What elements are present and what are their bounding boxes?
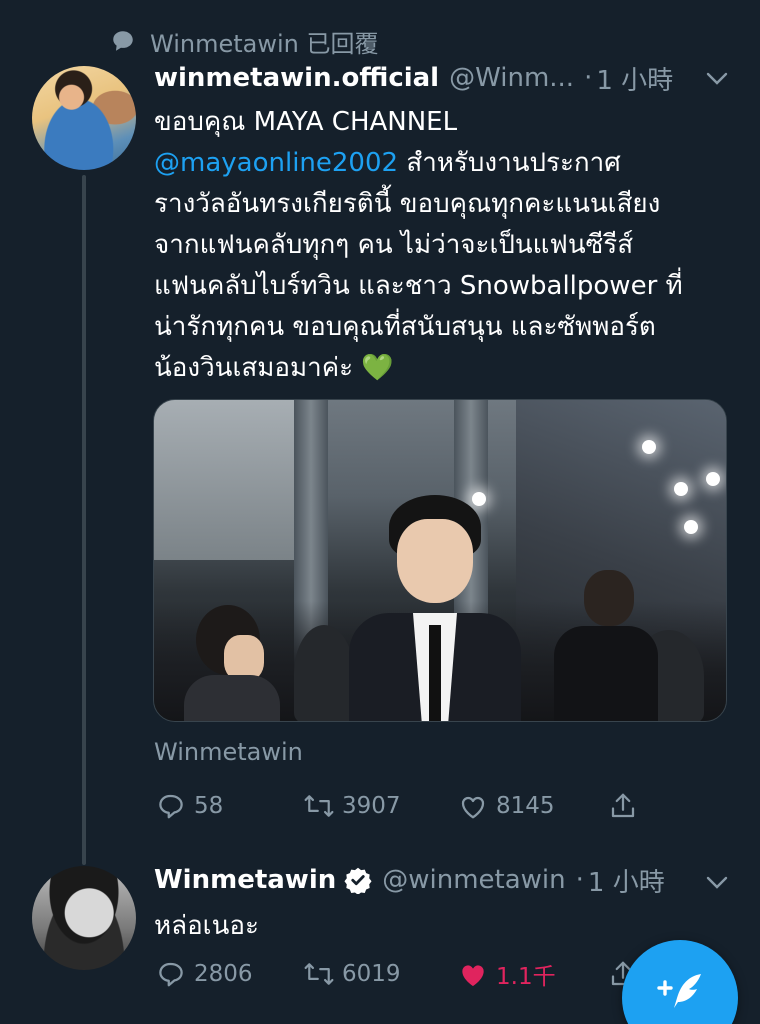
like-count: 1.1千 [496, 964, 556, 990]
share-button[interactable] [606, 788, 640, 824]
photo-light [684, 520, 698, 534]
tweet-text-line: จากแฟนคลับทุกๆ คน ไม่ว่าจะเป็นแฟนซีรีส์ [154, 230, 634, 260]
reply-button[interactable]: 58 [154, 788, 223, 824]
like-button[interactable]: 1.1千 [456, 956, 556, 992]
tweet-text-line: @mayaonline2002 สำหรับงานประกาศ [154, 143, 739, 184]
reply-bubble-icon [110, 28, 136, 54]
context-text: Winmetawin 已回覆 [150, 29, 379, 58]
heart-icon [456, 789, 490, 823]
compose-tweet-button[interactable] [622, 940, 738, 1024]
verified-badge-icon [344, 866, 372, 894]
thread-line [82, 175, 86, 865]
retweet-button[interactable]: 6019 [302, 956, 401, 992]
tweet-actions: 58 3907 8145 [154, 788, 654, 824]
reply-count: 58 [194, 793, 224, 819]
photo-light [642, 440, 656, 454]
reply-icon [154, 957, 188, 991]
heart-filled-icon [456, 957, 490, 991]
timestamp[interactable]: 1 小時 [596, 60, 673, 97]
tweet-text-fragment: สำหรับงานประกาศ [406, 148, 621, 178]
share-icon [606, 789, 640, 823]
social-context: Winmetawin 已回覆 [110, 26, 379, 58]
handle[interactable]: @winmetawin [382, 865, 565, 895]
retweet-icon [302, 957, 336, 991]
photo-person [554, 570, 664, 721]
reply-button[interactable]: 2806 [154, 956, 253, 992]
retweet-count: 3907 [342, 793, 401, 819]
tweet-header: winmetawin.official @Winm... · 1 小時 [154, 60, 689, 96]
display-name[interactable]: winmetawin.official [154, 63, 439, 93]
handle[interactable]: @Winm... [449, 63, 574, 93]
avatar[interactable] [32, 66, 136, 170]
tweet-actions: 2806 6019 1.1千 [154, 956, 654, 992]
reply-count: 2806 [194, 961, 253, 987]
media-source-label[interactable]: Winmetawin [154, 738, 303, 766]
tweet-text-line: แฟนคลับไบร์ทวิน และชาว Snowballpower ที่ [154, 271, 683, 301]
photo-light [706, 472, 720, 486]
photo-background [154, 400, 304, 560]
photo-fan [294, 625, 354, 721]
chevron-down-icon[interactable] [706, 872, 728, 894]
chevron-down-icon[interactable] [706, 68, 728, 90]
tweet-text-line: น้องวินเสมอมาค่ะ 💚 [154, 353, 394, 383]
tweet-text-line: น่ารักทุกคน ขอบคุณที่สนับสนุน และซัพพอร์… [154, 312, 656, 342]
timestamp[interactable]: 1 小時 [588, 862, 665, 899]
tweet-text-line: ขอบคุณ MAYA CHANNEL [154, 107, 458, 137]
photo-person [174, 605, 284, 721]
mention-link[interactable]: @mayaonline2002 [154, 148, 398, 178]
avatar[interactable] [32, 866, 136, 970]
like-button[interactable]: 8145 [456, 788, 555, 824]
tweet-header: Winmetawin @winmetawin · 1 小時 [154, 862, 681, 898]
tweet-photo[interactable] [153, 399, 727, 722]
separator: · [584, 63, 593, 93]
retweet-button[interactable]: 3907 [302, 788, 401, 824]
separator: · [575, 865, 584, 895]
retweet-count: 6019 [342, 961, 401, 987]
compose-feather-icon [655, 970, 705, 1014]
photo-person [349, 495, 549, 721]
like-count: 8145 [496, 793, 555, 819]
tweet-text: ขอบคุณ MAYA CHANNEL @mayaonline2002 สำหร… [154, 102, 739, 389]
tweet-text: หล่อเนอะ [154, 911, 259, 941]
tweet-text-line: รางวัลอันทรงเกียรตินี้ ขอบคุณทุกคะแนนเสี… [154, 189, 661, 219]
photo-light [674, 482, 688, 496]
display-name[interactable]: Winmetawin [154, 865, 336, 895]
retweet-icon [302, 789, 336, 823]
reply-icon [154, 789, 188, 823]
